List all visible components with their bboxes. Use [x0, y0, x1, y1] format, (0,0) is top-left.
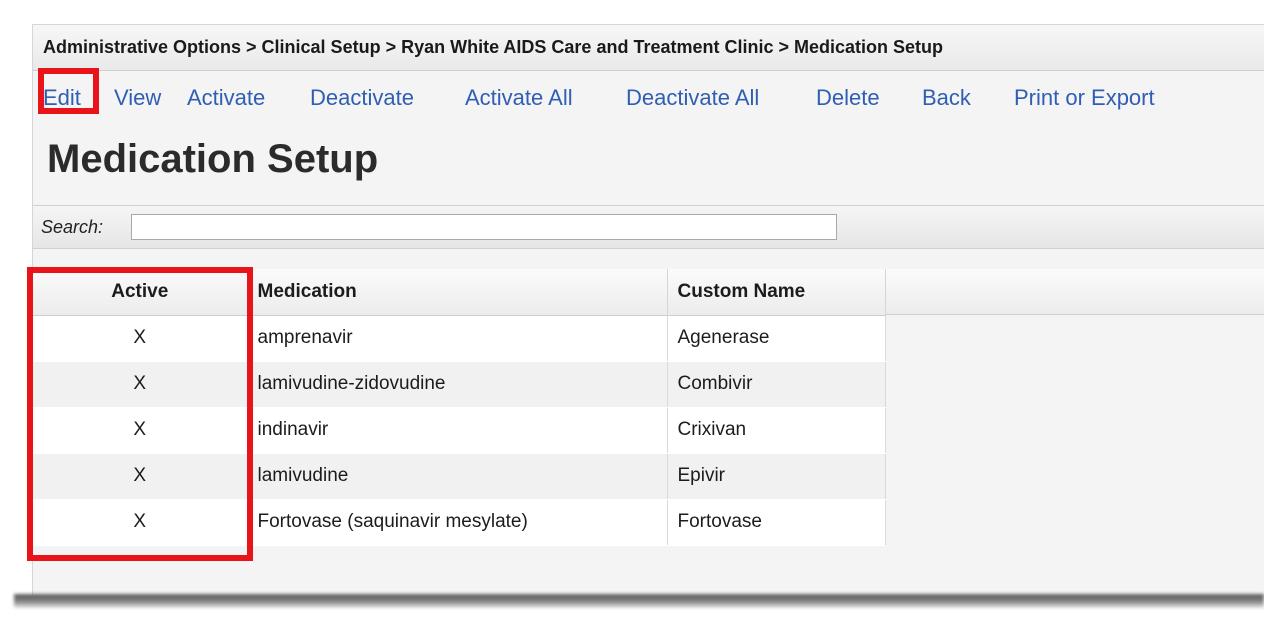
action-toolbar: Edit View Activate Deactivate Activate A… — [33, 81, 1264, 115]
custom-name-cell: Combivir — [667, 361, 886, 408]
custom-name-cell: Epivir — [667, 453, 886, 500]
custom-name-cell: Crixivan — [667, 407, 886, 454]
active-column-highlight-box — [27, 267, 253, 561]
deactivate-link[interactable]: Deactivate — [310, 85, 414, 111]
search-input[interactable] — [131, 214, 837, 240]
medication-cell: amprenavir — [247, 315, 668, 362]
search-bar: Search: — [33, 205, 1264, 249]
panel-bottom-shadow — [14, 594, 1264, 608]
screenshot-frame: Administrative Options > Clinical Setup … — [0, 0, 1264, 632]
view-link[interactable]: View — [114, 85, 161, 111]
medication-cell: lamivudine — [247, 453, 668, 500]
print-or-export-link[interactable]: Print or Export — [1014, 85, 1155, 111]
custom-name-cell: Agenerase — [667, 315, 886, 362]
breadcrumb-bar: Administrative Options > Clinical Setup … — [33, 25, 1264, 71]
activate-all-link[interactable]: Activate All — [465, 85, 573, 111]
breadcrumb: Administrative Options > Clinical Setup … — [43, 37, 944, 57]
activate-link[interactable]: Activate — [187, 85, 265, 111]
deactivate-all-link[interactable]: Deactivate All — [626, 85, 759, 111]
delete-link[interactable]: Delete — [816, 85, 880, 111]
custom-name-cell: Fortovase — [667, 499, 886, 546]
back-link[interactable]: Back — [922, 85, 971, 111]
search-label: Search: — [41, 217, 104, 237]
medication-setup-panel: Administrative Options > Clinical Setup … — [27, 24, 1264, 597]
column-header-medication[interactable]: Medication — [247, 269, 668, 316]
medication-cell: Fortovase (saquinavir mesylate) — [247, 499, 668, 546]
edit-highlight-box — [38, 68, 99, 114]
medication-cell: lamivudine-zidovudine — [247, 361, 668, 408]
page-title: Medication Setup — [47, 137, 379, 181]
medication-cell: indinavir — [247, 407, 668, 454]
column-header-custom-name[interactable]: Custom Name — [667, 269, 886, 316]
